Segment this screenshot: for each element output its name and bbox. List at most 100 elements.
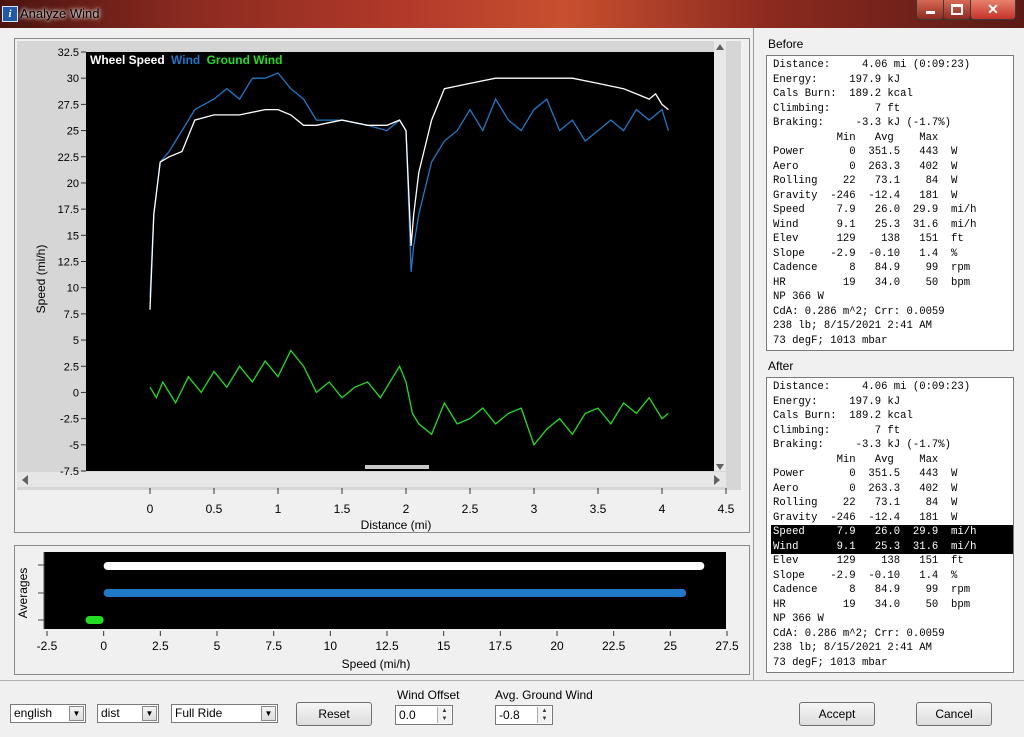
ground-wind-label: Avg. Ground Wind bbox=[495, 688, 593, 702]
x-tick-label: 3 bbox=[531, 502, 538, 516]
avg-x-tick-label: 17.5 bbox=[489, 639, 513, 653]
averages-x-label: Speed (mi/h) bbox=[342, 657, 411, 671]
spin-up-icon[interactable]: ▲ bbox=[542, 708, 548, 714]
chevron-down-icon[interactable]: ▼ bbox=[69, 706, 84, 721]
stats-line: Cadence 8 84.9 99 rpm bbox=[773, 584, 971, 596]
y-tick-label: 5 bbox=[73, 335, 79, 347]
legend-wheel-speed: Wheel Speed bbox=[90, 53, 165, 67]
stats-line: NP 366 W bbox=[773, 291, 824, 303]
ground-wind-input[interactable]: -0.8 ▲ ▼ bbox=[495, 705, 553, 725]
avg-x-tick-label: 25 bbox=[664, 639, 678, 653]
xaxis-select[interactable]: dist ▼ bbox=[97, 704, 159, 723]
maximize-icon bbox=[951, 4, 963, 15]
wind-offset-value: 0.0 bbox=[399, 708, 416, 722]
y-axis-label: Speed (mi/h) bbox=[34, 245, 48, 314]
x-tick-label: 1.5 bbox=[334, 502, 351, 516]
y-tick-label: 30 bbox=[67, 73, 79, 85]
chevron-down-icon[interactable]: ▼ bbox=[142, 706, 157, 721]
close-button[interactable]: ✕ bbox=[970, 0, 1016, 20]
stats-line: HR 19 34.0 50 bpm bbox=[773, 276, 971, 289]
units-select[interactable]: english ▼ bbox=[10, 704, 86, 723]
chart-legend: Wheel Speed Wind Ground Wind bbox=[90, 53, 282, 67]
stats-line: Wind 9.1 25.3 31.6 mi/h bbox=[773, 218, 977, 231]
avg-bar-wheel-speed bbox=[103, 562, 705, 570]
stats-line: Slope -2.9 -0.10 1.4 % bbox=[773, 247, 958, 260]
minimize-button[interactable] bbox=[916, 0, 944, 20]
avg-x-tick-label: 5 bbox=[214, 639, 221, 653]
x-tick-label: 0.5 bbox=[206, 502, 223, 516]
stats-line: Gravity -246 -12.4 181 W bbox=[773, 511, 958, 524]
stats-line: Cadence 8 84.9 99 rpm bbox=[773, 262, 971, 274]
horizontal-scrollbar[interactable] bbox=[17, 472, 726, 487]
y-tick-label: -2.5 bbox=[60, 414, 79, 426]
stats-line: Climbing: 7 ft bbox=[773, 424, 901, 437]
spin-up-icon[interactable]: ▲ bbox=[442, 708, 448, 714]
chevron-down-icon[interactable]: ▼ bbox=[261, 706, 276, 721]
y-tick-label: -5 bbox=[69, 440, 79, 452]
stats-line: 238 lb; 8/15/2021 2:41 AM bbox=[773, 320, 932, 332]
title-bar: i Analyze Wind ✕ bbox=[0, 0, 1024, 28]
minimize-icon bbox=[925, 11, 935, 14]
stats-line: 73 degF; 1013 mbar bbox=[773, 656, 888, 669]
avg-x-tick-label: 2.5 bbox=[152, 639, 169, 653]
y-tick-label: 15 bbox=[67, 230, 79, 242]
stats-line: Climbing: 7 ft bbox=[773, 102, 901, 115]
y-tick-label: 32.5 bbox=[58, 47, 79, 59]
spin-down-icon[interactable]: ▼ bbox=[542, 716, 548, 722]
y-tick-label: 12.5 bbox=[58, 257, 79, 269]
x-tick-label: 2.5 bbox=[462, 502, 479, 516]
averages-chart: -2.5 0 2.5 5 7.5 10 12.5 15 17.5 20 22.5 25 27.5 Ave… bbox=[17, 552, 739, 671]
window-title: Analyze Wind bbox=[20, 6, 100, 21]
avg-x-tick-label: 10 bbox=[324, 639, 338, 653]
stats-line: 73 degF; 1013 mbar bbox=[773, 334, 888, 347]
y-tick-label: 22.5 bbox=[58, 152, 79, 164]
legend-wind: Wind bbox=[171, 53, 200, 67]
x-tick-label: 4.5 bbox=[718, 502, 735, 516]
stats-line: Cals Burn: 189.2 kcal bbox=[773, 88, 913, 100]
stats-line: Power 0 351.5 443 W bbox=[773, 146, 958, 158]
stats-line: Power 0 351.5 443 W bbox=[773, 468, 958, 480]
vertical-scrollbar[interactable] bbox=[714, 41, 726, 471]
y-tick-label: 2.5 bbox=[64, 361, 79, 373]
avg-x-tick-label: 7.5 bbox=[265, 639, 282, 653]
x-tick-label: 3.5 bbox=[590, 502, 607, 516]
y-tick-label: 7.5 bbox=[64, 309, 79, 321]
range-select[interactable]: Full Ride ▼ bbox=[171, 704, 278, 723]
avg-bar-wind bbox=[103, 589, 687, 597]
spin-down-icon[interactable]: ▼ bbox=[442, 716, 448, 722]
y-tick-label: 25 bbox=[67, 126, 79, 138]
cancel-button[interactable]: Cancel bbox=[916, 702, 992, 726]
avg-bar-ground-wind bbox=[85, 616, 104, 624]
stats-line: Wind 9.1 25.3 31.6 mi/h bbox=[771, 539, 1013, 554]
stats-line: Braking: -3.3 kJ (-1.7%) bbox=[773, 439, 952, 451]
stats-line: NP 366 W bbox=[773, 613, 824, 625]
stats-line: Elev 129 138 151 ft bbox=[773, 233, 964, 245]
reset-button[interactable]: Reset bbox=[296, 702, 372, 726]
maximize-button[interactable] bbox=[943, 0, 971, 20]
y-tick-label: 27.5 bbox=[58, 99, 79, 111]
avg-x-tick-label: 22.5 bbox=[602, 639, 626, 653]
stats-line: CdA: 0.286 m^2; Crr: 0.0059 bbox=[773, 627, 945, 640]
x-axis-label: Distance (mi) bbox=[361, 518, 432, 532]
x-tick-label: 1 bbox=[275, 502, 282, 516]
xaxis-select-value: dist bbox=[101, 706, 120, 720]
app-icon: i bbox=[2, 6, 18, 22]
ground-wind-spinner[interactable]: ▲ ▼ bbox=[537, 707, 551, 723]
stats-line: Aero 0 263.3 402 W bbox=[773, 482, 958, 495]
wind-offset-spinner[interactable]: ▲ ▼ bbox=[437, 707, 451, 723]
accept-button[interactable]: Accept bbox=[799, 702, 875, 726]
stats-line: Aero 0 263.3 402 W bbox=[773, 160, 958, 173]
stats-line: Gravity -246 -12.4 181 W bbox=[773, 189, 958, 202]
scroll-thumb[interactable] bbox=[365, 465, 429, 469]
wind-offset-input[interactable]: 0.0 ▲ ▼ bbox=[395, 705, 453, 725]
avg-x-tick-label: 20 bbox=[550, 639, 564, 653]
after-stats: Distance: 4.06 mi (0:09:23) Energy: 197.9… bbox=[766, 377, 1014, 673]
stats-line: Energy: 197.9 kJ bbox=[773, 395, 901, 408]
stats-line: Distance: 4.06 mi (0:09:23) bbox=[773, 59, 971, 71]
before-label: Before bbox=[768, 37, 804, 51]
stats-line: Min Avg Max bbox=[773, 453, 939, 466]
stats-line: Rolling 22 73.1 84 W bbox=[773, 497, 958, 509]
y-tick-label: -7.5 bbox=[60, 466, 79, 478]
units-select-value: english bbox=[14, 706, 53, 720]
main-chart: 32.53027.52522.52017.51512.5107.552.50-2… bbox=[17, 41, 741, 532]
